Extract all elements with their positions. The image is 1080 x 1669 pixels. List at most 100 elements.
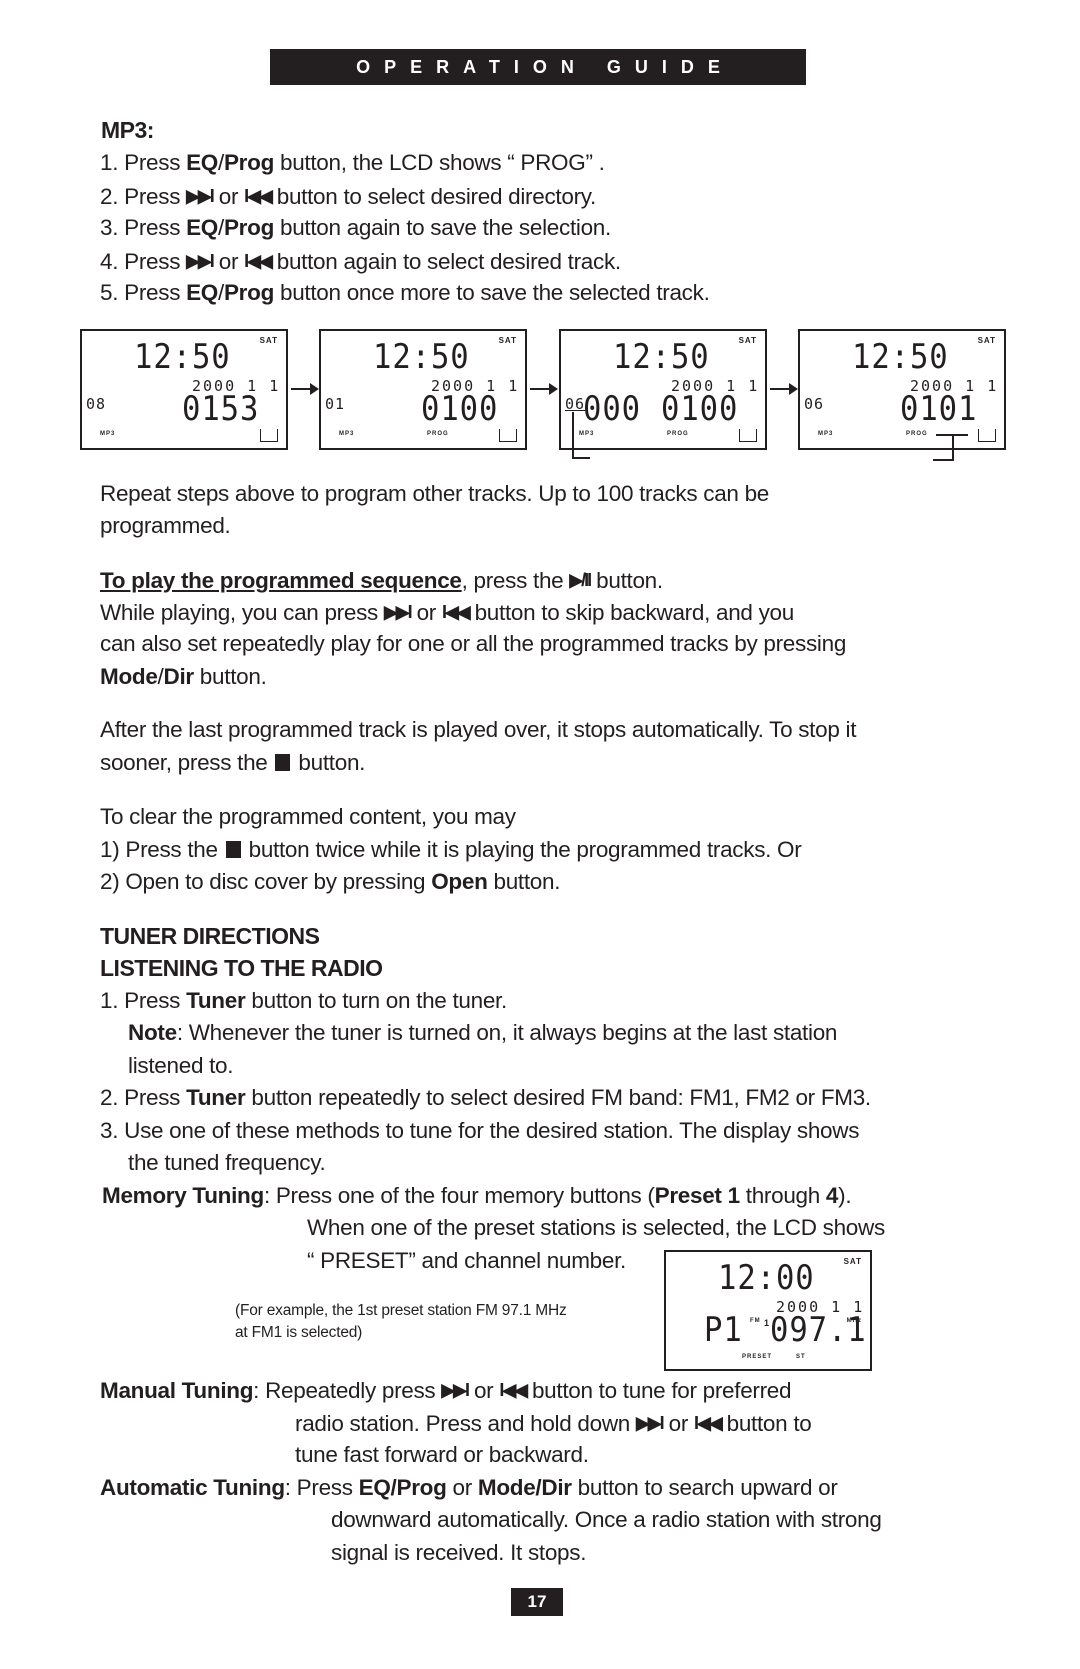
lcd-clock: 12:00 <box>718 1258 815 1298</box>
tuner-step-3-line-2: the tuned frequency. <box>128 1150 326 1175</box>
play-pause-icon: ▶/II <box>569 570 592 590</box>
arrow-right-icon <box>770 383 798 395</box>
step-number: 4. <box>100 249 125 274</box>
step-text: Press <box>124 280 187 305</box>
text: 1) Press the <box>100 837 224 862</box>
lcd-day: SAT <box>498 336 517 345</box>
tuner-step-1: 1. Press Tuner button to turn on the tun… <box>100 985 507 1018</box>
lcd-preset-number: P1 <box>704 1310 743 1350</box>
section-header: OPERATION GUIDE <box>270 49 806 85</box>
tuner-note-line-2: listened to. <box>128 1053 234 1078</box>
eq-prog-label: EQ/Prog <box>358 1475 447 1500</box>
lcd-track: 0100 <box>661 389 739 429</box>
step-text: Press <box>124 184 187 209</box>
callout-line <box>933 459 953 461</box>
radio-lcd-panel: SAT 12:00 2000 1 1 P1 FM 1 097.1 MHz PRE… <box>664 1250 872 1371</box>
text: : Whenever the tuner is turned on, it al… <box>176 1020 838 1045</box>
mode-dir-line: Mode/Dir button. <box>100 661 267 694</box>
text: or <box>662 1411 694 1436</box>
text: button to turn on the tuner. <box>245 988 507 1013</box>
lcd-indicator-box <box>978 429 996 442</box>
lcd-band: FM <box>750 1318 761 1324</box>
tuner-heading: TUNER DIRECTIONS <box>100 923 320 949</box>
step-text: Press <box>124 150 187 175</box>
lcd-track: 0101 <box>900 389 978 429</box>
lcd-day: SAT <box>259 336 278 345</box>
step-text: button to select desired directory. <box>270 184 597 209</box>
memory-tuning-line-2: When one of the preset stations is selec… <box>307 1215 885 1240</box>
page-number: 17 <box>511 1588 563 1616</box>
prev-track-icon: I◀◀ <box>693 1413 723 1433</box>
manual-tuning-label: Manual Tuning <box>100 1378 254 1403</box>
example-caption-line-1: (For example, the 1st preset station FM … <box>235 1302 567 1319</box>
lcd-panel-2: SAT 12:50 2000 1 1 01 0100 MP3 PROG <box>319 329 527 450</box>
lcd-panel-4: SAT 12:50 2000 1 1 06 0101 MP3 PROG <box>798 329 1006 450</box>
text: button. <box>292 750 366 775</box>
lcd-day: SAT <box>738 336 757 345</box>
eq-label: EQ <box>186 150 219 175</box>
callout-line <box>572 457 590 459</box>
lcd-day: SAT <box>843 1257 862 1266</box>
next-track-icon: ▶▶I <box>186 251 215 271</box>
mode-dir-label: Mode/Dir <box>477 1475 572 1500</box>
prev-track-icon: I◀◀ <box>499 1380 528 1400</box>
text: ). <box>838 1183 852 1208</box>
preset-4-label: 4 <box>825 1183 839 1208</box>
mp3-step-3: 3. Press EQ/Prog button again to save th… <box>100 212 611 245</box>
prev-track-icon: I◀◀ <box>441 602 471 622</box>
lcd-prog-tag: PROG <box>427 431 449 437</box>
lcd-frequency: 097.1 <box>770 1310 867 1350</box>
lcd-mp3-tag: MP3 <box>818 431 834 437</box>
while-playing-line-2: can also set repeatedly play for one or … <box>100 631 847 656</box>
mp3-step-2: 2. Press ▶▶I or I◀◀ button to select des… <box>100 180 596 214</box>
text: button twice while it is playing the pro… <box>242 837 802 862</box>
play-sequence-line: To play the programmed sequence, press t… <box>100 564 663 598</box>
preset-label: Preset 1 <box>654 1183 740 1208</box>
while-playing-line-1: While playing, you can press ▶▶I or I◀◀ … <box>100 596 794 630</box>
memory-tuning-label: Memory Tuning <box>102 1183 264 1208</box>
repeat-line-2: programmed. <box>100 513 231 538</box>
lcd-directory: 06 <box>804 395 825 413</box>
next-track-icon: ▶▶I <box>383 602 413 622</box>
text: : Press one of the four memory buttons ( <box>263 1183 655 1208</box>
step-number: 2. <box>100 184 125 209</box>
lcd-track: 0153 <box>182 389 260 429</box>
lcd-mp3-tag: MP3 <box>579 431 595 437</box>
lcd-indicator-box <box>739 429 757 442</box>
lcd-track: 0100 <box>421 389 499 429</box>
after-last-line-1: After the last programmed track is playe… <box>100 717 857 742</box>
mp3-step-4: 4. Press ▶▶I or I◀◀ button again to sele… <box>100 245 621 279</box>
text: While playing, you can press <box>100 600 384 625</box>
tuner-label: Tuner <box>186 1085 246 1110</box>
mode-label: Mode <box>100 664 158 689</box>
stop-icon <box>275 754 291 771</box>
tuner-step-2: 2. Press Tuner button repeatedly to sele… <box>100 1082 871 1115</box>
lcd-day: SAT <box>977 336 996 345</box>
prog-label: Prog <box>223 215 275 240</box>
next-track-icon: ▶▶I <box>441 1380 470 1400</box>
eq-label: EQ <box>186 215 219 240</box>
lcd-unit: MHz <box>846 1318 862 1324</box>
text: , press the <box>461 568 570 593</box>
step-text: or <box>212 249 245 274</box>
lcd-clock: 12:50 <box>373 337 470 377</box>
lcd-stereo-tag: ST <box>796 1354 806 1360</box>
lcd-directory-number: 000 <box>583 389 641 429</box>
clear-option-2: 2) Open to disc cover by pressing Open b… <box>100 866 561 899</box>
lcd-clock: 12:50 <box>134 337 231 377</box>
step-text: button once more to save the selected tr… <box>274 280 710 305</box>
text: button. <box>193 664 267 689</box>
automatic-tuning-line-2: downward automatically. Once a radio sta… <box>331 1507 882 1532</box>
mp3-heading: MP3: <box>101 117 154 143</box>
automatic-tuning-line-1: Automatic Tuning: Press EQ/Prog or Mode/… <box>100 1472 838 1505</box>
text: button to tune for preferred <box>526 1378 792 1403</box>
memory-tuning-line-3: “ PRESET” and channel number. <box>307 1248 626 1273</box>
lcd-mp3-tag: MP3 <box>339 431 355 437</box>
tuner-step-3-line-1: 3. Use one of these methods to tune for … <box>100 1118 860 1143</box>
text: through <box>739 1183 826 1208</box>
example-caption-line-2: at FM1 is selected) <box>235 1324 363 1341</box>
step-text: button again to save the selection. <box>274 215 611 240</box>
step-number: 3. <box>100 215 125 240</box>
prog-label: Prog <box>223 150 275 175</box>
text: button to skip backward, and you <box>468 600 795 625</box>
